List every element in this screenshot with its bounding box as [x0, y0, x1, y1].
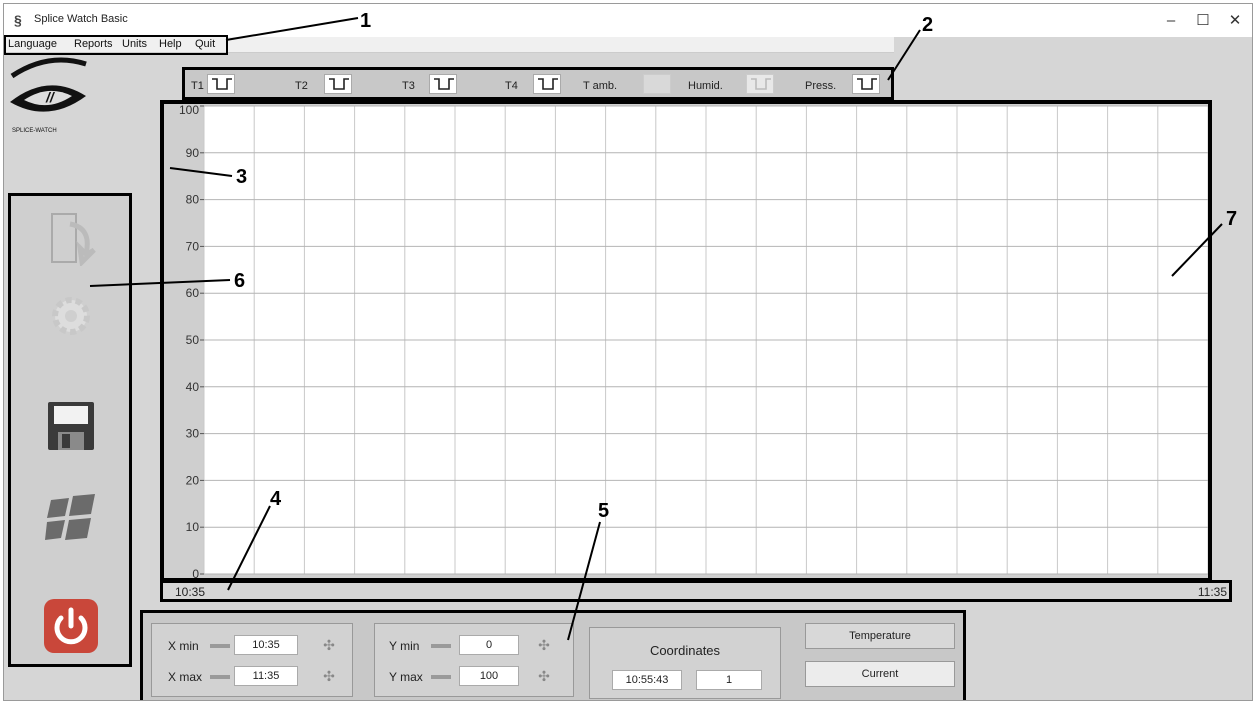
callout-overlay	[89, 17, 1223, 641]
callout-1: 1	[360, 10, 372, 32]
callout-2: 2	[922, 14, 934, 36]
callout-3: 3	[236, 166, 248, 188]
callout-7: 7	[1226, 208, 1238, 230]
callout-4: 4	[270, 488, 282, 510]
callout-6: 6	[234, 270, 246, 292]
callout-5: 5	[598, 500, 610, 522]
